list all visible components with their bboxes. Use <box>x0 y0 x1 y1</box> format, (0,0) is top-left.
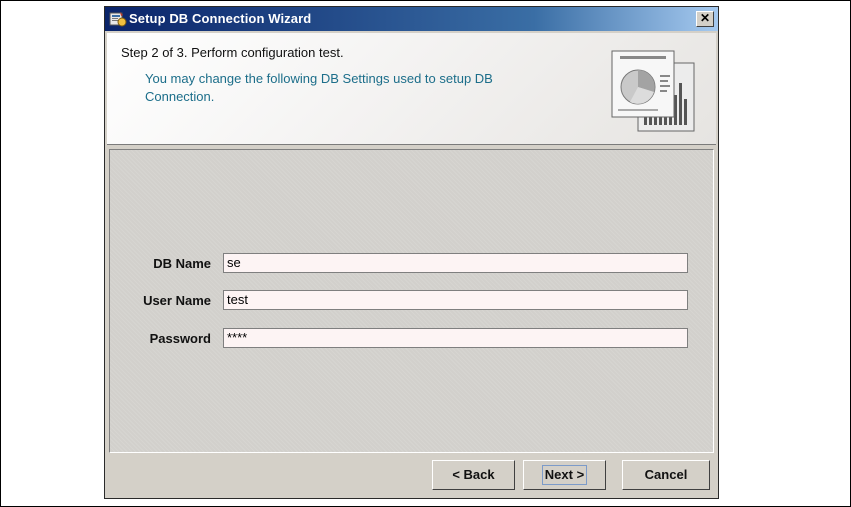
wizard-dialog: Setup DB Connection Wizard ✕ Step 2 of 3… <box>104 6 719 499</box>
wizard-header: Step 2 of 3. Perform configuration test.… <box>107 33 716 145</box>
next-button[interactable]: Next > <box>523 460 606 490</box>
back-button[interactable]: < Back <box>432 460 515 490</box>
close-button[interactable]: ✕ <box>696 11 714 27</box>
cancel-button-label: Cancel <box>644 467 688 482</box>
back-button-label: < Back <box>452 467 495 482</box>
window-title: Setup DB Connection Wizard <box>129 11 312 26</box>
user-name-field[interactable]: test <box>223 290 688 310</box>
step-title: Step 2 of 3. Perform configuration test. <box>121 45 344 60</box>
wizard-app-icon <box>109 10 127 28</box>
password-field[interactable]: **** <box>223 328 688 348</box>
user-name-label: User Name <box>143 293 211 308</box>
next-button-label: Next > <box>541 465 588 485</box>
db-name-field[interactable]: se <box>223 253 688 273</box>
step-description: You may change the following DB Settings… <box>145 71 493 104</box>
cancel-button[interactable]: Cancel <box>622 460 710 490</box>
title-bar[interactable]: Setup DB Connection Wizard ✕ <box>105 7 718 31</box>
chart-documents-illustration <box>608 47 698 133</box>
db-name-label: DB Name <box>153 256 211 271</box>
password-label: Password <box>149 331 211 346</box>
close-icon: ✕ <box>699 11 711 25</box>
